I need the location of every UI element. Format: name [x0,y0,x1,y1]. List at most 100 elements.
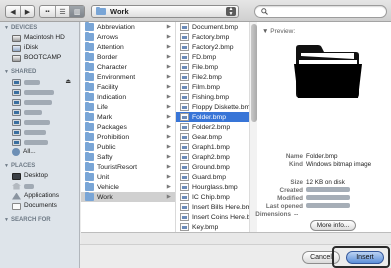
sidebar-item-shared-host[interactable] [0,107,79,117]
home-icon [12,182,21,190]
column-view-icon[interactable]: ▥ [69,6,84,17]
bitmap-file-icon [180,83,189,91]
sidebar-item-bootcamp[interactable]: BOOTCAMP [0,53,79,63]
folder-icon [85,72,94,81]
folder-row[interactable]: Character ▶ [81,62,175,72]
folder-row[interactable]: Vehicle ▶ [81,182,175,192]
file-row[interactable]: Floppy Diskette.bmp [176,102,249,112]
bitmap-file-icon [180,53,189,61]
chevron-right-icon: ▶ [166,194,171,200]
sidebar-item-desktop[interactable]: Desktop [0,171,79,181]
folder-icon [85,182,94,191]
insert-button[interactable]: Insert [346,251,384,264]
folder-icon [85,22,94,31]
folder-row[interactable]: Abbreviation ▶ [81,22,175,32]
documents-icon [12,202,21,210]
search-field[interactable] [254,5,387,18]
network-computer-icon [12,98,21,106]
sidebar-item-shared-host[interactable]: ⏏ [0,77,79,87]
folder-icon [85,102,94,111]
bitmap-file-icon [180,153,189,161]
folder-row[interactable]: Work ▶ [81,192,175,202]
sidebar-item-shared-all[interactable]: All... [0,147,79,157]
sidebar-item-shared-host[interactable] [0,117,79,127]
folder-row[interactable]: Environment ▶ [81,72,175,82]
disclosure-triangle-icon: ▼ [4,69,9,75]
bitmap-file-icon [180,163,189,171]
more-info-button[interactable]: More info... [310,220,356,231]
file-row[interactable]: IC Chip.bmp [176,192,249,202]
file-row[interactable]: File.bmp [176,62,249,72]
folder-row[interactable]: Mark ▶ [81,112,175,122]
eject-icon[interactable]: ⏏ [65,77,71,87]
folder-row[interactable]: Prohibition ▶ [81,132,175,142]
sidebar-item-idisk[interactable]: iDisk [0,43,79,53]
list-view-icon[interactable]: ☰ [54,6,70,17]
bitmap-file-icon [180,203,189,211]
file-row[interactable]: Factory2.bmp [176,42,249,52]
folder-row[interactable]: TouristResort ▶ [81,162,175,172]
file-row[interactable]: Insert Coins Here.bmp [176,212,249,222]
file-row[interactable]: Film.bmp [176,82,249,92]
file-row[interactable]: Ground.bmp [176,162,249,172]
file-row[interactable]: Folder2.bmp [176,122,249,132]
file-row[interactable]: Document.bmp [176,22,249,32]
back-arrow-icon[interactable]: ◀ [6,6,20,17]
file-row[interactable]: Guard.bmp [176,172,249,182]
sidebar-item-home[interactable] [0,181,79,191]
folder-icon [85,162,94,171]
sidebar-item-applications[interactable]: Applications [0,191,79,201]
chevron-right-icon: ▶ [166,54,171,60]
meta-kind-row: Kind Windows bitmap image [289,161,372,168]
folder-row[interactable]: Public ▶ [81,142,175,152]
sidebar-item-documents[interactable]: Documents [0,201,79,211]
disclosure-triangle-icon: ▼ [4,217,9,223]
sidebar-footer [0,244,80,268]
sidebar-devices-header[interactable]: ▼ DEVICES [0,24,79,33]
chevron-right-icon: ▶ [166,64,171,70]
folder-row[interactable]: Safty ▶ [81,152,175,162]
location-popup[interactable]: Work ▲ ▼ [91,5,239,18]
sidebar-item-shared-host[interactable] [0,137,79,147]
disclosure-triangle-icon: ▼ [4,163,9,169]
icon-view-icon[interactable]: ▪▪ [40,6,55,17]
folder-row[interactable]: Indication ▶ [81,92,175,102]
scrollbar-thumb[interactable] [251,24,257,122]
sidebar-item-macintosh-hd[interactable]: Macintosh HD [0,33,79,43]
file-row[interactable]: Key.bmp [176,222,249,232]
sidebar-item-shared-host[interactable] [0,127,79,137]
sidebar-item-shared-host[interactable] [0,87,79,97]
folder-icon [85,42,94,51]
file-row[interactable]: Graph1.bmp [176,142,249,152]
folder-row[interactable]: Unit ▶ [81,172,175,182]
file-row[interactable]: Insert Bills Here.bmp [176,202,249,212]
sidebar-places-header[interactable]: ▼ PLACES [0,162,79,171]
file-row[interactable]: Factory.bmp [176,32,249,42]
folder-icon [85,152,94,161]
sidebar-shared-header[interactable]: ▼ SHARED [0,68,79,77]
sidebar-search-for-header[interactable]: ▼ SEARCH FOR [0,216,79,225]
folder-row[interactable]: Border ▶ [81,52,175,62]
folder-row[interactable]: Life ▶ [81,102,175,112]
bitmap-file-icon [180,23,189,31]
file-row[interactable]: Fishing.bmp [176,92,249,102]
folder-row[interactable]: Facility ▶ [81,82,175,92]
file-row[interactable]: Folder.bmp [176,112,249,122]
file-column-scrollbar[interactable] [249,22,257,232]
forward-arrow-icon[interactable]: ▶ [20,6,34,17]
file-row[interactable]: Gear.bmp [176,132,249,142]
folder-icon [85,142,94,151]
folder-row[interactable]: Arrows ▶ [81,32,175,42]
folder-icon [96,7,106,15]
cancel-button[interactable]: Cancel [302,251,340,264]
file-row[interactable]: Graph2.bmp [176,152,249,162]
meta-name-row: Name Folder.bmp [285,153,338,160]
folder-row[interactable]: Attention ▶ [81,42,175,52]
file-row[interactable]: File2.bmp [176,72,249,82]
file-row[interactable]: Hourglass.bmp [176,182,249,192]
folder-row[interactable]: Packages ▶ [81,122,175,132]
bitmap-file-icon [180,63,189,71]
applications-icon [12,192,21,200]
sidebar-item-shared-host[interactable] [0,97,79,107]
file-row[interactable]: FD.bmp [176,52,249,62]
